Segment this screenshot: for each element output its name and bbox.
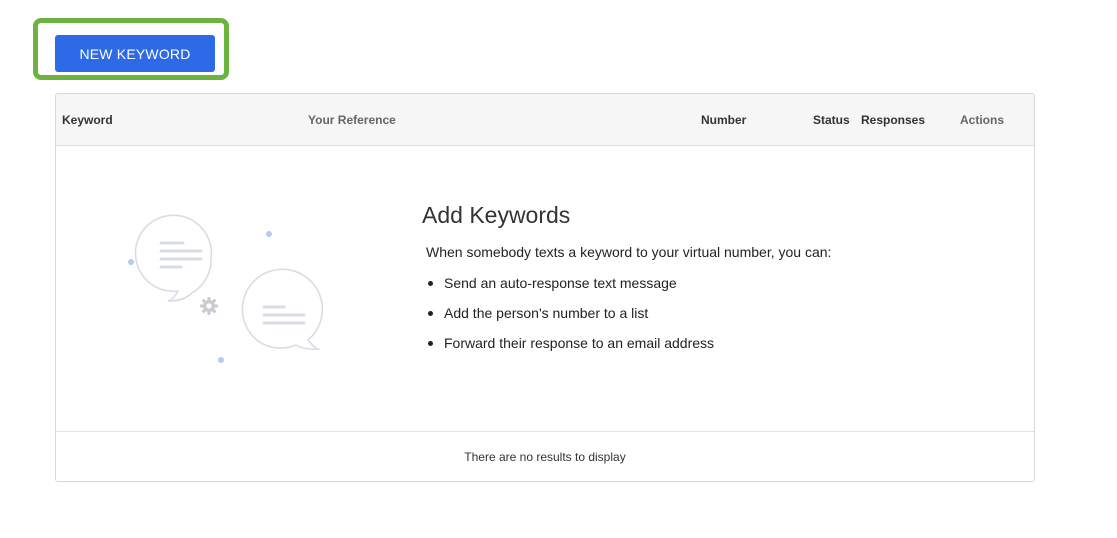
column-header-keyword[interactable]: Keyword — [62, 94, 113, 146]
column-header-status[interactable]: Status — [813, 94, 850, 146]
decor-dot — [218, 357, 224, 363]
list-item: Add the person's number to a list — [426, 298, 714, 328]
chat-bubble-icon — [134, 214, 213, 302]
no-results-footer: There are no results to display — [56, 431, 1034, 481]
list-item: Send an auto-response text message — [426, 268, 714, 298]
decor-dot — [128, 259, 134, 265]
column-header-number[interactable]: Number — [701, 94, 746, 146]
empty-state: Add Keywords When somebody texts a keywo… — [56, 146, 1034, 431]
list-item: Forward their response to an email addre… — [426, 328, 714, 358]
table-header: Keyword Your Reference Number Status Res… — [56, 94, 1034, 146]
empty-state-title: Add Keywords — [422, 202, 571, 228]
gear-icon — [200, 297, 218, 315]
new-keyword-button[interactable]: NEW KEYWORD — [55, 35, 215, 72]
keywords-table-panel: Keyword Your Reference Number Status Res… — [55, 93, 1035, 482]
column-header-responses[interactable]: Responses — [861, 94, 925, 146]
chat-bubble-icon — [241, 268, 324, 350]
empty-state-intro: When somebody texts a keyword to your vi… — [426, 244, 832, 260]
empty-state-bullet-list: Send an auto-response text message Add t… — [426, 268, 714, 358]
column-header-actions: Actions — [960, 113, 1005, 127]
column-header-your-reference[interactable]: Your Reference — [308, 94, 396, 146]
keywords-illustration — [128, 214, 324, 363]
decor-dot — [266, 231, 272, 237]
